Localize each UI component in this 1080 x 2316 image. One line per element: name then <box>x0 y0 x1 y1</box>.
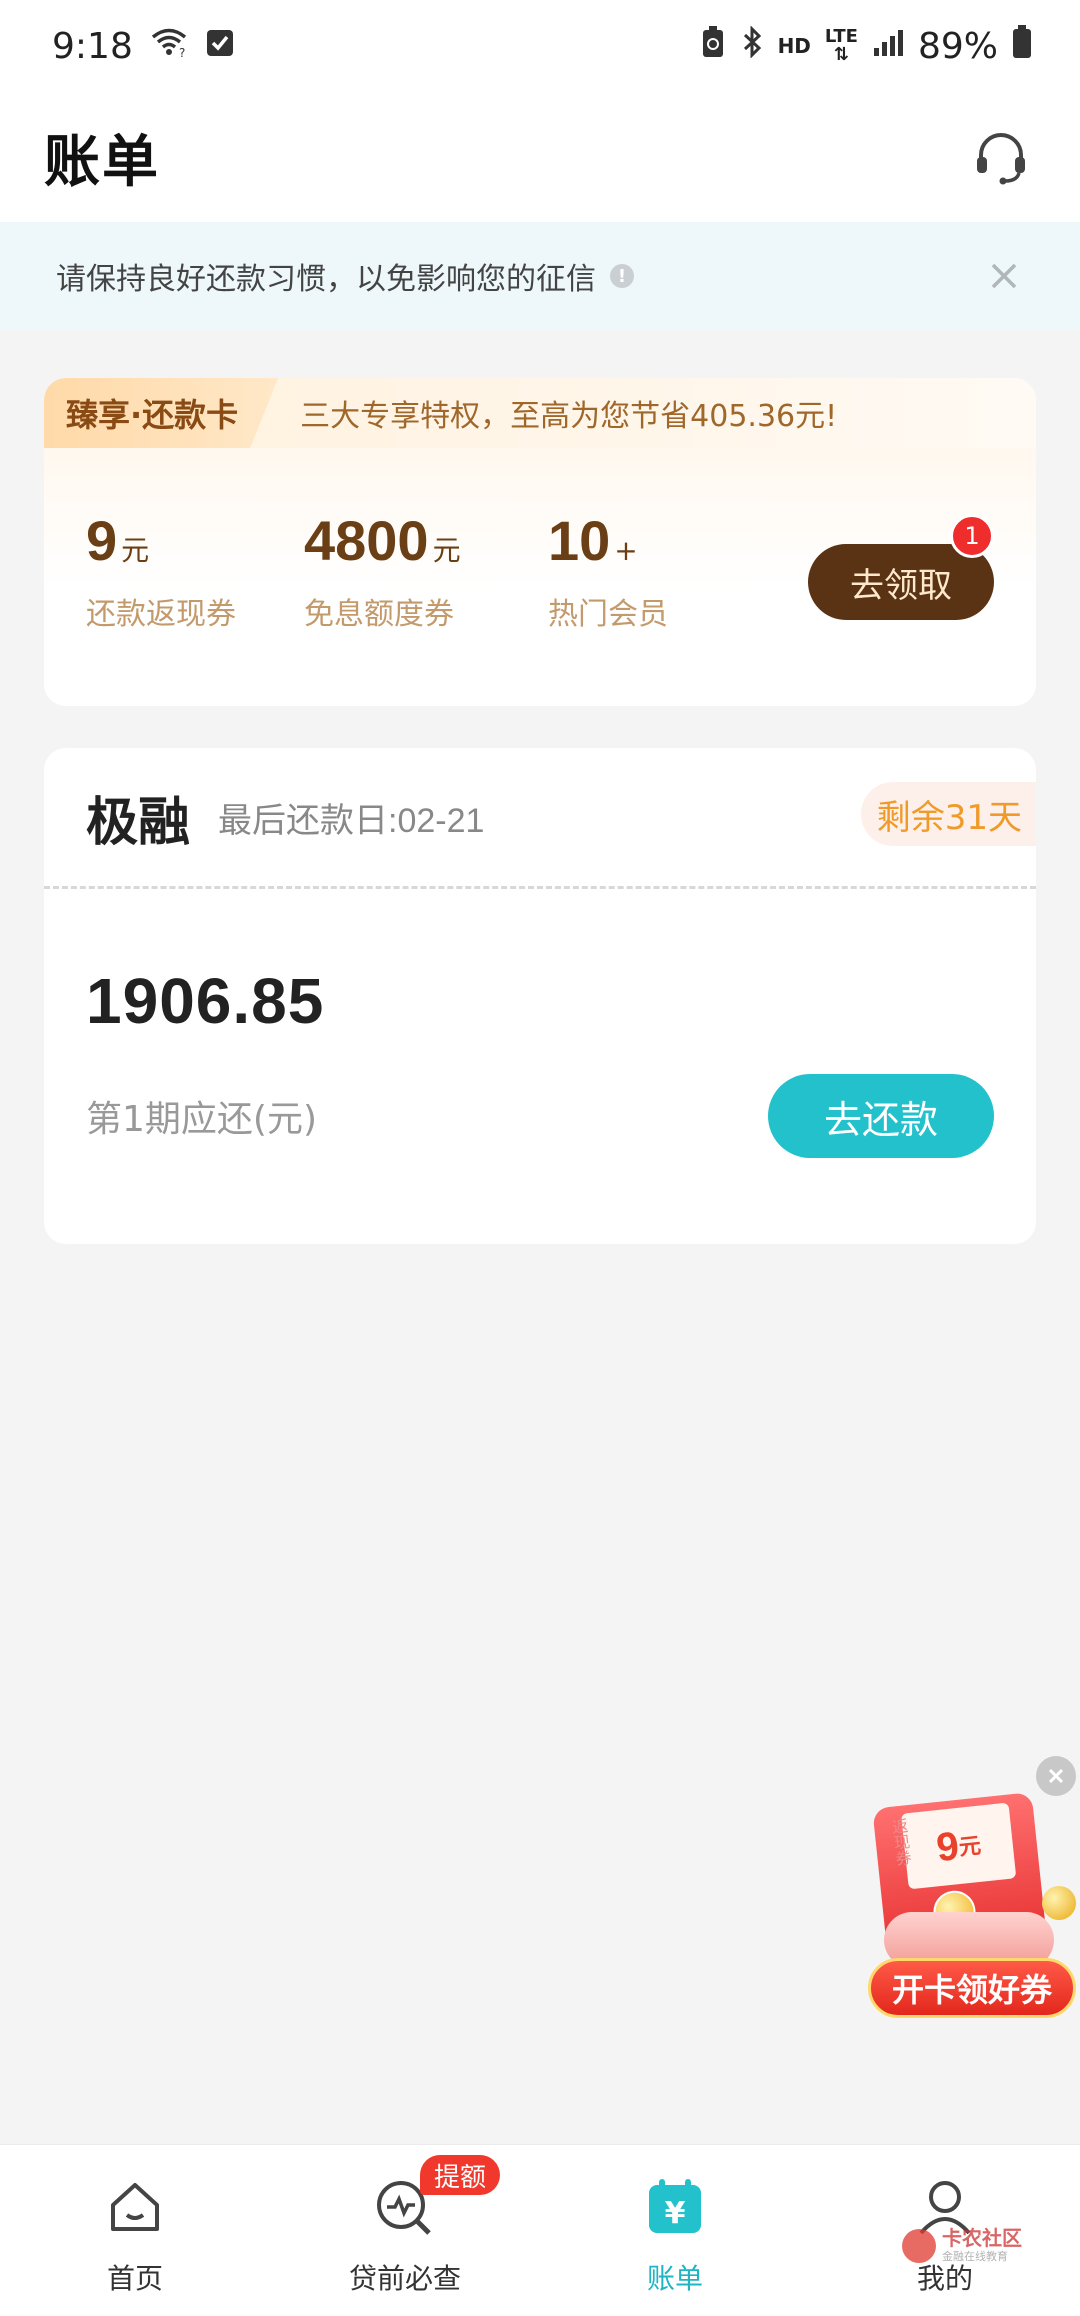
watermark-subtitle: 金融在线教育 <box>942 2250 1008 2263</box>
signal-icon <box>872 26 904 67</box>
home-icon <box>103 2175 167 2239</box>
promo-slogan: 三大专享特权，至高为您节省405.36元! <box>300 399 838 434</box>
watermark: 卡农社区 金融在线教育 <box>902 2224 1022 2268</box>
battery-saver-icon <box>700 25 726 68</box>
notice-text: 请保持良好还款习惯，以免影响您的征信 <box>56 262 596 297</box>
promo-header: 臻享·还款卡 三大专享特权，至高为您节省405.36元! <box>44 378 1036 448</box>
benefit-label: 热门会员 <box>548 597 668 632</box>
nav-item-credit-check[interactable]: 提额 贷前必查 <box>270 2145 540 2316</box>
checkbox-notification-icon <box>205 26 235 67</box>
divider <box>44 886 1036 889</box>
svg-text:¥: ¥ <box>665 2196 686 2231</box>
repayment-card-promo[interactable]: 臻享·还款卡 三大专享特权，至高为您节省405.36元! 9 元 还款返现券 4… <box>44 378 1036 706</box>
benefit-value: 9 <box>86 509 118 572</box>
svg-text:?: ? <box>179 46 185 58</box>
benefit-unit: 元 <box>432 534 461 567</box>
coin-icon <box>1042 1886 1076 1920</box>
notification-badge: 1 <box>950 514 994 558</box>
nav-label: 贷前必查 <box>348 2262 461 2295</box>
nav-label: 账单 <box>646 2262 703 2295</box>
watermark-title: 卡农社区 <box>942 2226 1022 2250</box>
benefit-unit: 元 <box>121 534 150 567</box>
bill-header: 极融 最后还款日:02-21 剩余31天 <box>44 748 1036 886</box>
bill-card[interactable]: 极融 最后还款日:02-21 剩余31天 1906.85 第1期应还(元) 去还… <box>44 748 1036 1244</box>
benefit-cashback: 9 元 还款返现券 <box>86 508 236 633</box>
app-header: 账单 <box>0 92 1080 222</box>
benefit-interest-free: 4800 元 免息额度券 <box>304 508 461 633</box>
benefit-value: 10 <box>548 509 611 572</box>
wifi-icon: ? <box>149 26 189 67</box>
bill-icon: ¥ <box>643 2175 707 2239</box>
ad-cta-label: 开卡领好券 <box>868 1958 1076 2018</box>
hd-indicator: HD <box>777 34 811 58</box>
remaining-days-badge: 剩余31天 <box>860 782 1036 846</box>
benefit-label: 免息额度券 <box>304 597 454 632</box>
info-icon[interactable]: ! <box>610 264 634 288</box>
promo-tag: 臻享·还款卡 <box>44 378 279 448</box>
nav-badge: 提额 <box>420 2155 501 2195</box>
status-bar: 9:18 ? HD LTE ⇅ 89% <box>0 0 1080 92</box>
lte-indicator: LTE ⇅ <box>825 28 858 64</box>
coupon-side-text: 返现券 <box>888 1817 913 1867</box>
bluetooth-icon <box>740 24 764 67</box>
battery-icon <box>1012 24 1032 68</box>
notice-bar: 请保持良好还款习惯，以免影响您的征信 ! <box>0 222 1080 330</box>
lender-name: 极融 <box>86 792 191 853</box>
due-date: 最后还款日:02-21 <box>218 801 485 840</box>
headset-icon[interactable] <box>966 122 1036 192</box>
nav-item-home[interactable]: 首页 <box>0 2145 270 2316</box>
coupon-unit: 元 <box>957 1833 983 1861</box>
benefit-membership: 10 + 热门会员 <box>548 508 668 633</box>
promo-body: 9 元 还款返现券 4800 元 免息额度券 10 + 热门会员 去领取 1 <box>44 448 1036 706</box>
ad-close-icon[interactable] <box>1036 1756 1076 1796</box>
battery-percent: 89% <box>917 25 998 67</box>
coupon-paper: 9 元 <box>900 1802 1017 1890</box>
page-title: 账单 <box>44 129 160 195</box>
status-time: 9:18 <box>52 25 133 67</box>
watermark-logo-icon <box>902 2229 936 2263</box>
data-arrows-icon: ⇅ <box>833 44 849 65</box>
amount-due-label: 第1期应还(元) <box>86 1099 317 1140</box>
nav-item-bill[interactable]: ¥ 账单 <box>540 2145 810 2316</box>
benefit-label: 还款返现券 <box>86 597 236 632</box>
close-icon[interactable] <box>984 256 1024 296</box>
benefit-value: 4800 <box>304 509 429 572</box>
repay-button[interactable]: 去还款 <box>768 1074 994 1158</box>
nav-label: 首页 <box>106 2262 163 2295</box>
amount-due: 1906.85 <box>86 965 325 1037</box>
benefit-unit: + <box>614 534 638 567</box>
